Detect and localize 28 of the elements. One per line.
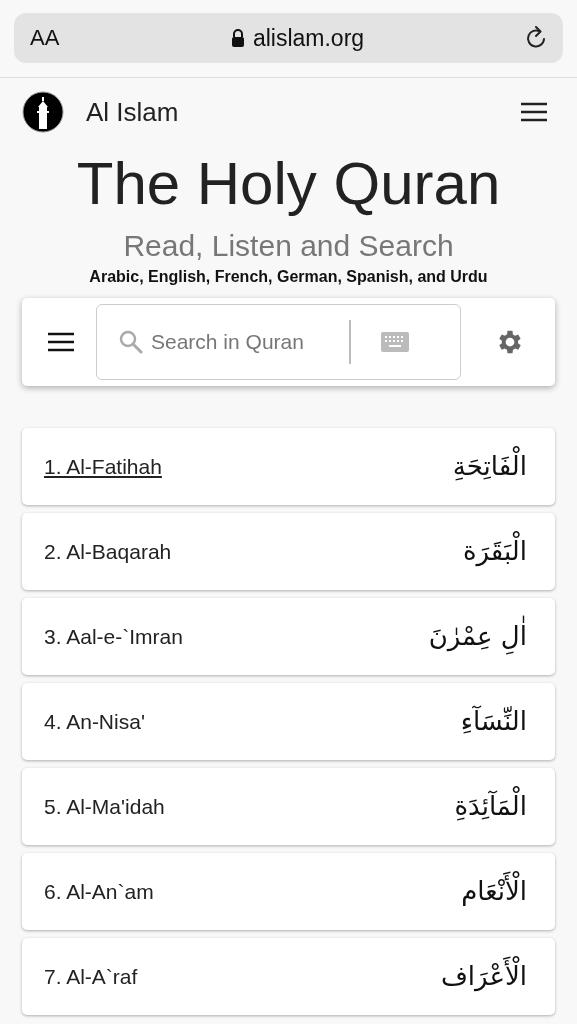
chapter-name[interactable]: 5. Al-Ma'idah	[44, 794, 165, 819]
menu-icon[interactable]	[521, 102, 547, 122]
url-text: alislam.org	[252, 24, 365, 52]
chapter-name[interactable]: 4. An-Nisa'	[44, 709, 145, 734]
arabic-chapter-name: الْبَقَرَة	[456, 529, 533, 574]
minaret-logo-icon[interactable]	[22, 91, 64, 133]
reload-icon[interactable]	[525, 26, 547, 50]
chapter-name[interactable]: 2. Al-Baqarah	[44, 539, 172, 564]
search-icon	[119, 330, 143, 354]
arabic-chapter-name: الْمَآئِدَةِ	[448, 784, 533, 829]
languages-text: Arabic, English, French, German, Spanish, and Urdu	[88, 268, 489, 286]
arabic-chapter-name: الْأَعْرَاف	[434, 954, 533, 999]
search-field[interactable]: Search in Quran	[149, 329, 343, 355]
chapter-name[interactable]: 7. Al-A`raf	[44, 964, 138, 989]
chapter-name[interactable]: 1. Al-Fatihah	[44, 454, 162, 479]
chapter-name[interactable]: 6. Al-An`am	[44, 879, 154, 904]
page-title: The Holy Quran	[75, 150, 502, 218]
arabic-chapter-name: اٰلِ عِمْرٰنَ	[422, 614, 533, 659]
lock-icon	[230, 29, 245, 47]
menu-icon[interactable]	[48, 332, 74, 352]
arabic-chapter-name: النِّسَآءِ	[459, 704, 528, 739]
subtitle: Read, Listen and Search	[122, 228, 455, 264]
arabic-chapter-name: الْفَاتِحَةِ	[446, 444, 533, 489]
arabic-chapter-name: الْأَنْعَام	[455, 869, 533, 914]
text-size-button[interactable]: AA	[30, 25, 70, 51]
site-name[interactable]: Al Islam	[86, 96, 521, 128]
address-bar[interactable]: AA alislam.org	[14, 13, 563, 63]
chapter-name[interactable]: 3. Aal-e-`Imran	[44, 624, 183, 649]
